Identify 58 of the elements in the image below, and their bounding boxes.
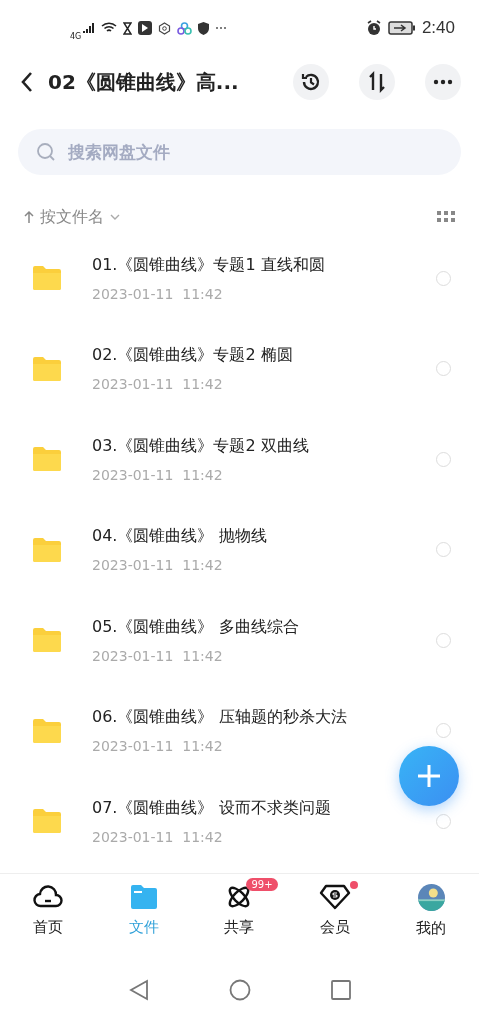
diamond-icon [319,884,352,910]
shield-icon [198,21,210,35]
wifi-icon [101,22,118,34]
app-icon [138,21,153,35]
folder-icon [32,355,62,382]
chevron-down-icon [110,214,120,220]
plus-icon [416,763,442,789]
signal-icon [83,22,96,34]
folder-icon [32,536,62,563]
folder-name[interactable]: 04.《圆锥曲线》 抛物线 [92,526,267,548]
grid-view-icon[interactable] [437,211,455,223]
clock-time: 2:40 [421,18,455,38]
alarm-icon [365,20,382,36]
nav-tab[interactable]: 首页 [32,884,63,937]
back-icon[interactable] [20,71,34,93]
folder-icon [32,265,62,292]
nav-tab[interactable]: 会员 [319,884,352,937]
hexagon-icon [158,21,172,35]
hourglass-icon [123,21,133,35]
folder-icon [32,446,62,473]
arrow-up-icon [24,210,34,224]
more-button[interactable] [425,64,461,100]
recents-icon[interactable] [330,980,351,1000]
cloud-icon [32,884,63,910]
home-icon[interactable] [228,979,251,1001]
add-button[interactable] [399,746,459,806]
folder-name[interactable]: 02.《圆锥曲线》专题2 椭圆 [92,345,293,367]
sort-button[interactable]: 按文件名 [24,206,120,228]
history-button[interactable] [293,64,329,100]
folder-name[interactable]: 06.《圆锥曲线》 压轴题的秒杀大法 [92,707,347,729]
search-field[interactable]: 搜索网盘文件 [18,129,461,175]
modified-date: 2023-01-11 11:42 [92,738,223,755]
avatar-icon [417,884,445,911]
modified-date: 2023-01-11 11:42 [92,466,223,483]
folder-icon [32,717,62,744]
nav-tab[interactable]: 我的 [416,884,447,938]
folder-name[interactable]: 03.《圆锥曲线》专题2 双曲线 [92,435,309,457]
folder-icon [129,884,158,910]
sort-order-button[interactable] [359,64,395,100]
network-type: 4G [70,31,82,41]
folder-name[interactable]: 05.《圆锥曲线》 多曲线综合 [92,616,299,638]
search-icon [36,142,56,162]
modified-date: 2023-01-11 11:42 [92,828,223,845]
folder-name[interactable]: 01.《圆锥曲线》专题1 直线和圆 [92,254,325,276]
modified-date: 2023-01-11 11:42 [92,285,223,302]
more-icon [432,79,454,85]
modified-date: 2023-01-11 11:42 [92,647,223,664]
folder-name[interactable]: 07.《圆锥曲线》 设而不求类问题 [92,797,331,819]
notification-badge: 99+ [246,878,278,891]
cloud-app-icon [177,21,193,35]
folder-icon [32,627,62,654]
folder-icon [32,808,62,835]
modified-date: 2023-01-11 11:42 [92,557,223,574]
history-icon [300,71,322,93]
modified-date: 2023-01-11 11:42 [92,376,223,393]
page-title: 02《圆锥曲线》高... [48,68,240,96]
battery-icon [387,21,416,35]
more-icon [215,26,228,30]
